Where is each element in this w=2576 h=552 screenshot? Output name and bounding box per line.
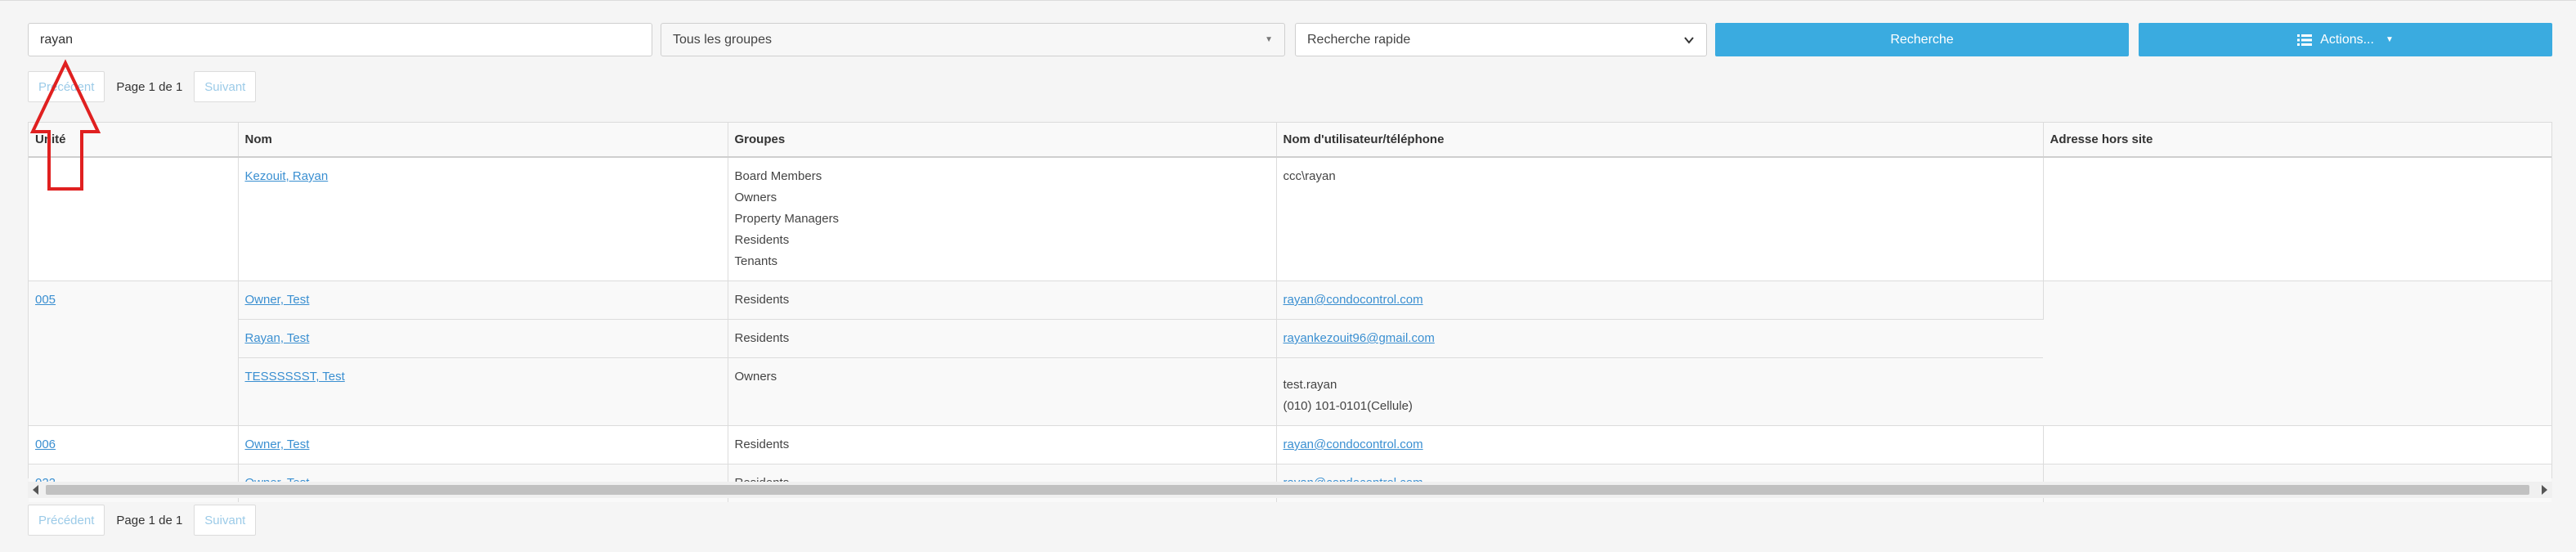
username-text: test.rayan (1283, 378, 1337, 392)
actions-button[interactable]: Actions... ▼ (2139, 23, 2552, 56)
offsite-address-cell (2043, 280, 2551, 426)
search-toolbar: Tous les groupes ▼ Recherche rapide Rech… (0, 1, 2576, 66)
prev-page-button[interactable]: Précédent (28, 505, 105, 536)
offsite-address-cell (2043, 156, 2551, 281)
next-page-button[interactable]: Suivant (194, 505, 257, 536)
page-info: Page 1 de 1 (116, 513, 183, 527)
scroll-left-arrow-icon[interactable] (33, 485, 38, 495)
horizontal-scrollbar[interactable] (28, 482, 2552, 498)
quick-search-value: Recherche rapide (1307, 32, 1411, 47)
username-text: ccc\rayan (1283, 169, 1336, 183)
name-cell: Rayan, Test (238, 319, 728, 358)
caret-down-icon: ▼ (2385, 35, 2394, 44)
unit-link[interactable]: 005 (35, 293, 56, 307)
email-link[interactable]: rayan@condocontrol.com (1284, 293, 1423, 307)
username-cell: rayankezouit96@gmail.com (1276, 319, 2043, 358)
group-label: Residents (734, 438, 790, 451)
table-row: 005 Owner, Test Residents rayan@condocon… (29, 280, 2551, 426)
groups-cell: Residents (728, 280, 1277, 320)
quick-search-select[interactable]: Recherche rapide (1295, 23, 1707, 56)
unit-link[interactable]: 006 (35, 438, 56, 451)
phone-text: (010) 101-0101(Cellule) (1283, 399, 1413, 413)
chevron-down-icon (1684, 36, 1694, 44)
unit-cell: 005 (29, 280, 239, 426)
page-info: Page 1 de 1 (116, 79, 183, 94)
scrollbar-thumb[interactable] (46, 485, 2529, 495)
groups-cell: Residents (728, 425, 1277, 464)
column-header-offsite-address[interactable]: Adresse hors site (2043, 123, 2551, 158)
member-name-link[interactable]: TESSSSSST, Test (245, 370, 345, 384)
name-cell: TESSSSSST, Test (238, 357, 728, 426)
group-label: Board Members (734, 169, 822, 183)
scroll-right-arrow-icon[interactable] (2542, 485, 2547, 495)
name-cell: Owner, Test (238, 425, 728, 464)
unit-cell (29, 156, 239, 281)
name-cell: Owner, Test (238, 280, 728, 320)
column-header-unit[interactable]: Unité (29, 123, 239, 158)
results-table: Unité Nom Groupes Nom d'utilisateur/télé… (28, 122, 2552, 502)
column-header-groups[interactable]: Groupes (728, 123, 1277, 158)
column-header-name[interactable]: Nom (238, 123, 728, 158)
member-name-link[interactable]: Owner, Test (245, 438, 310, 451)
groups-cell: Owners (728, 357, 1277, 426)
prev-page-button[interactable]: Précédent (28, 71, 105, 102)
unit-cell: 006 (29, 425, 239, 464)
username-cell: test.rayan (010) 101-0101(Cellule) (1276, 357, 2043, 426)
group-label: Residents (734, 331, 790, 345)
group-label: Property Managers (734, 212, 840, 226)
group-filter-select[interactable]: Tous les groupes ▼ (661, 23, 1285, 56)
group-label: Residents (734, 233, 790, 247)
email-link[interactable]: rayankezouit96@gmail.com (1284, 331, 1435, 345)
column-header-username[interactable]: Nom d'utilisateur/téléphone (1276, 123, 2044, 158)
username-cell: ccc\rayan (1276, 156, 2044, 281)
groups-cell: Board Members Owners Property Managers R… (728, 156, 1277, 281)
table-row: 006 Owner, Test Residents rayan@condocon… (29, 425, 2551, 464)
groups-cell: Residents (728, 319, 1277, 358)
search-button-label: Recherche (1890, 32, 1954, 47)
next-page-button[interactable]: Suivant (194, 71, 257, 102)
group-filter-value: Tous les groupes (673, 32, 772, 47)
group-label: Tenants (734, 254, 778, 268)
pagination-top: Précédent Page 1 de 1 Suivant (28, 71, 257, 102)
caret-down-icon: ▼ (1265, 35, 1273, 44)
search-button[interactable]: Recherche (1715, 23, 2129, 56)
actions-button-label: Actions... (2320, 32, 2374, 47)
username-cell: rayan@condocontrol.com (1276, 280, 2044, 320)
offsite-address-cell (2043, 425, 2551, 464)
group-label: Owners (734, 191, 777, 204)
search-input[interactable] (28, 23, 652, 56)
group-label: Owners (734, 370, 777, 384)
email-link[interactable]: rayan@condocontrol.com (1284, 438, 1423, 451)
list-icon (2297, 34, 2313, 46)
member-name-link[interactable]: Kezouit, Rayan (245, 169, 329, 183)
pagination-bottom: Précédent Page 1 de 1 Suivant (28, 505, 257, 536)
member-name-link[interactable]: Rayan, Test (245, 331, 310, 345)
table-header-row: Unité Nom Groupes Nom d'utilisateur/télé… (29, 123, 2551, 158)
table-row: Kezouit, Rayan Board Members Owners Prop… (29, 156, 2551, 281)
name-cell: Kezouit, Rayan (238, 156, 728, 281)
user-search-page: Tous les groupes ▼ Recherche rapide Rech… (0, 0, 2576, 552)
group-label: Residents (734, 293, 790, 307)
member-name-link[interactable]: Owner, Test (245, 293, 310, 307)
username-cell: rayan@condocontrol.com (1276, 425, 2044, 464)
